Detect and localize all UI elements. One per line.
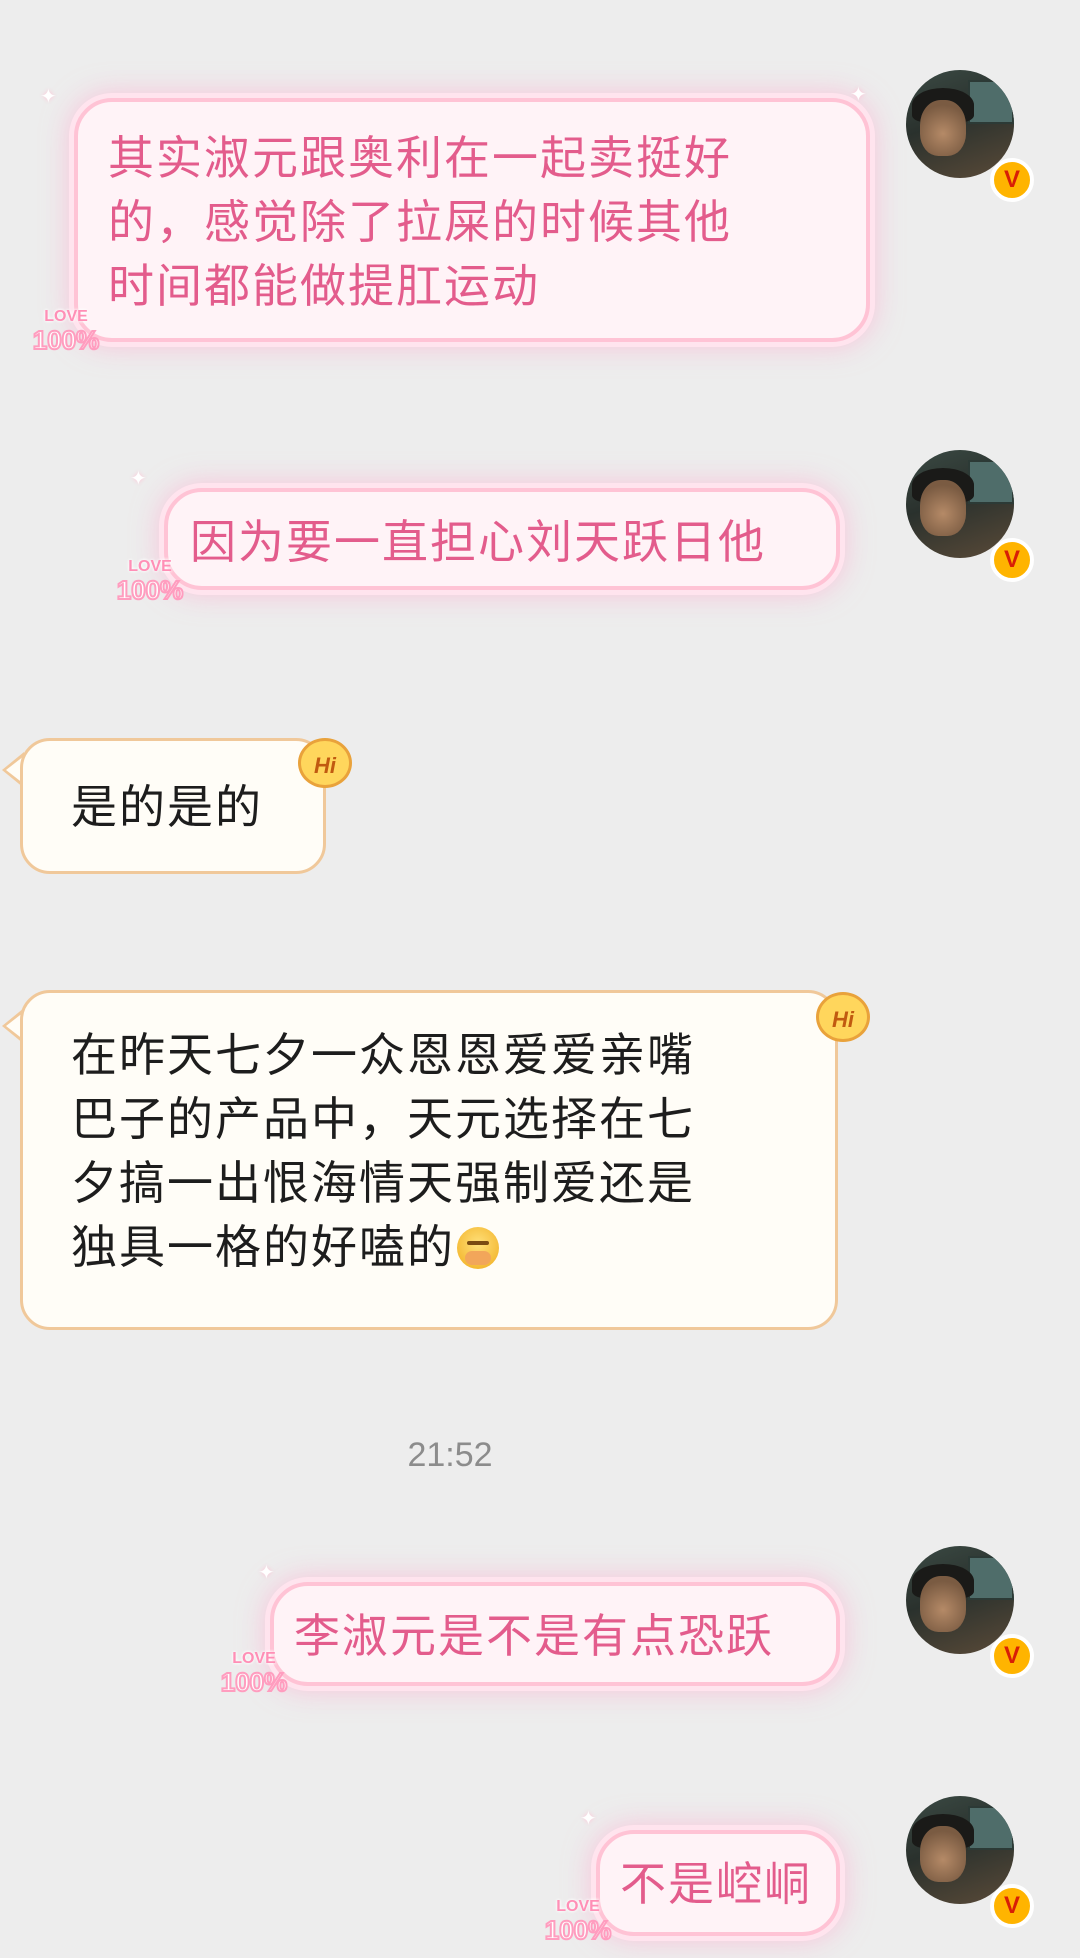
hi-badge: Hi <box>298 738 352 788</box>
message-bubble-incoming[interactable]: 在昨天七夕一众恩恩爱爱亲嘴 巴子的产品中，天元选择在七 夕搞一出恨海情天强制爱还… <box>20 990 838 1330</box>
hand-over-mouth-emoji-icon <box>457 1227 499 1269</box>
sparkle-icon: ✦ <box>850 82 867 106</box>
love-badge-bottom: 100% <box>544 1915 613 1945</box>
avatar-window <box>968 1806 1014 1850</box>
message-line: 时间都能做提肛运动 <box>108 259 540 313</box>
chat-screen: { "messages": [ {"side": "outgoing", "li… <box>0 0 1080 1958</box>
message-line: 独具一格的好嗑的 <box>71 1220 455 1274</box>
avatar-window <box>968 1556 1014 1600</box>
message-bubble-outgoing[interactable]: 不是崆峒 <box>596 1830 840 1936</box>
avatar-face <box>920 480 966 536</box>
verified-badge-icon: V <box>990 538 1034 582</box>
love-badge: LOVE 100% <box>106 558 194 618</box>
love-badge: LOVE 100% <box>534 1898 622 1958</box>
message-bubble-incoming[interactable]: 是的是的 <box>20 738 326 874</box>
verified-badge-icon: V <box>990 1634 1034 1678</box>
verified-badge-icon: V <box>990 1884 1034 1928</box>
verified-badge-icon: V <box>990 158 1034 202</box>
love-badge-top: LOVE <box>556 1898 600 1915</box>
sparkle-icon: ✦ <box>580 1806 597 1830</box>
message-line: 是的是的 <box>71 780 263 834</box>
sparkle-icon: ✦ <box>130 466 147 490</box>
message-timestamp: 21:52 <box>407 1436 493 1474</box>
message-line: 不是崆峒 <box>620 1857 812 1911</box>
love-badge-bottom: 100% <box>32 325 101 355</box>
sparkle-icon: ✦ <box>40 84 57 108</box>
message-bubble-outgoing[interactable]: 因为要一直担心刘天跃日他 <box>164 488 840 590</box>
sparkle-icon: ✦ <box>258 1560 275 1584</box>
love-badge-bottom: 100% <box>220 1667 289 1697</box>
message-bubble-outgoing[interactable]: 李淑元是不是有点恐跃 <box>270 1582 840 1686</box>
love-badge-top: LOVE <box>232 1650 276 1667</box>
love-badge-bottom: 100% <box>116 575 185 605</box>
avatar-face <box>920 1826 966 1882</box>
avatar-face <box>920 1576 966 1632</box>
message-bubble-outgoing[interactable]: 其实淑元跟奥利在一起卖挺好 的，感觉除了拉屎的时候其他 时间都能做提肛运动 <box>74 98 870 342</box>
love-badge-top: LOVE <box>128 558 172 575</box>
love-badge: LOVE 100% <box>22 308 110 368</box>
message-line: 李淑元是不是有点恐跃 <box>294 1609 774 1663</box>
message-line: 巴子的产品中，天元选择在七 <box>71 1092 695 1146</box>
message-line: 因为要一直担心刘天跃日他 <box>190 515 766 569</box>
hi-badge: Hi <box>816 992 870 1042</box>
avatar-window <box>968 460 1014 504</box>
love-badge-top: LOVE <box>44 308 88 325</box>
message-line: 的，感觉除了拉屎的时候其他 <box>108 195 732 249</box>
avatar-face <box>920 100 966 156</box>
love-badge: LOVE 100% <box>210 1650 298 1710</box>
avatar-window <box>968 80 1014 124</box>
message-line: 其实淑元跟奥利在一起卖挺好 <box>108 131 732 185</box>
message-line: 夕搞一出恨海情天强制爱还是 <box>71 1156 695 1210</box>
message-line: 在昨天七夕一众恩恩爱爱亲嘴 <box>71 1028 695 1082</box>
